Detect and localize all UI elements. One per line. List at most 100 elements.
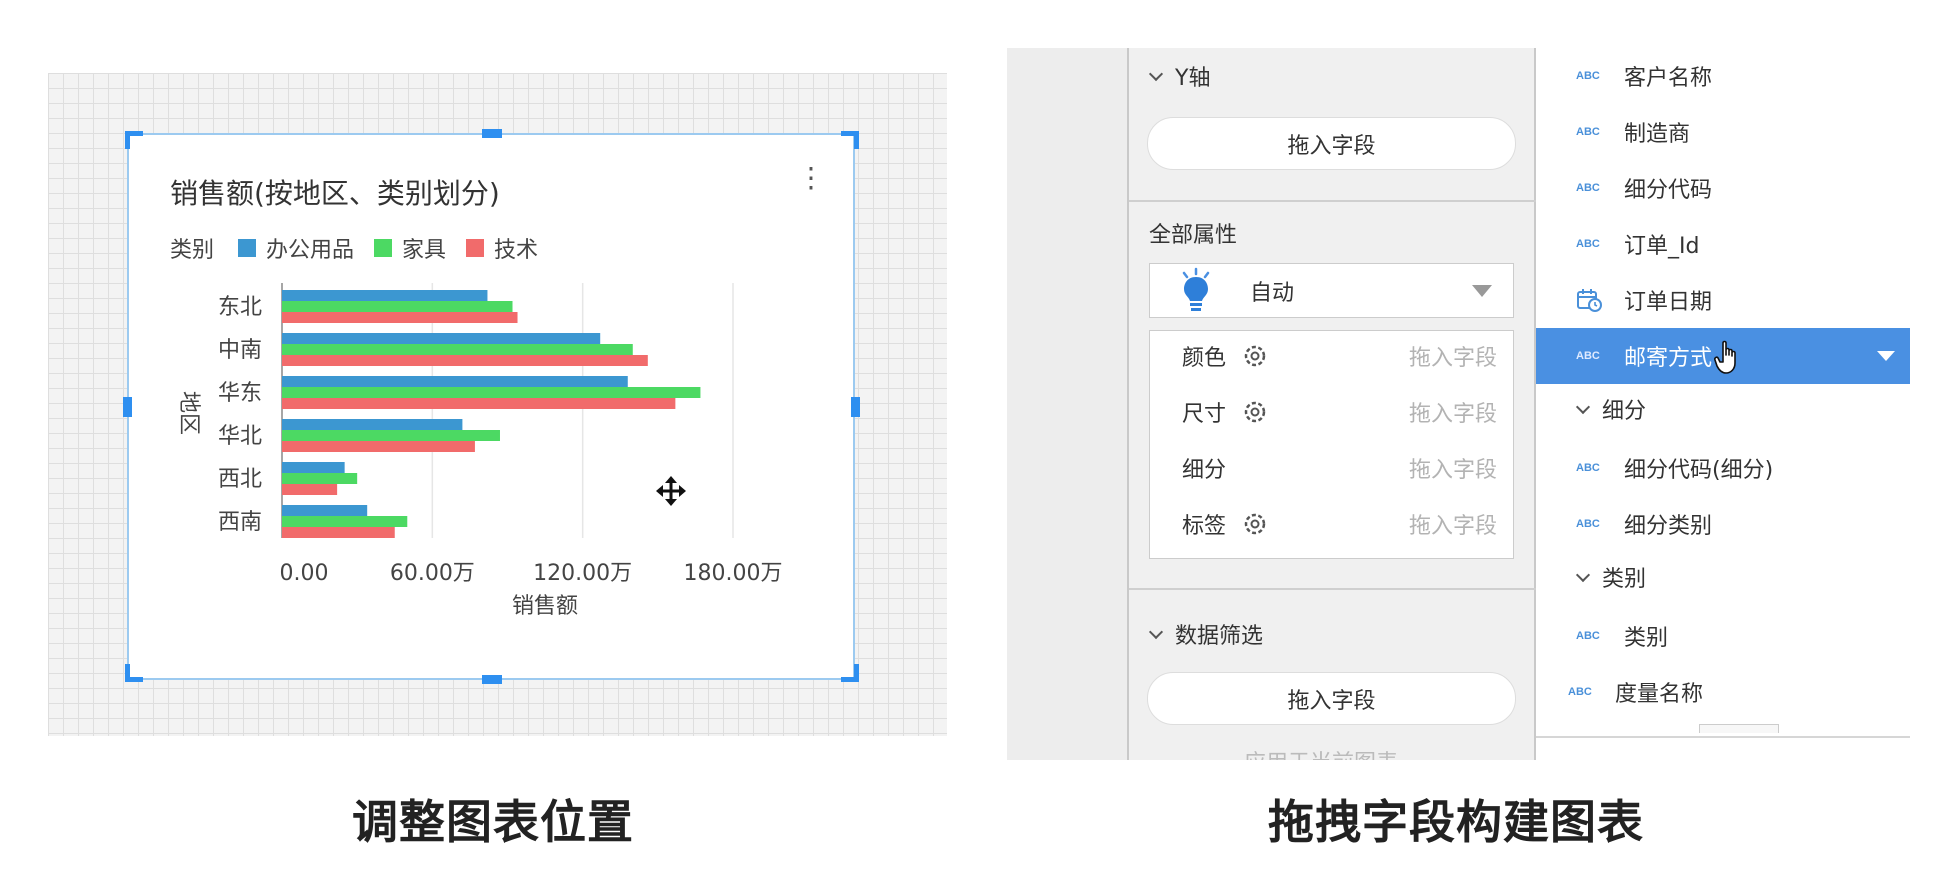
- group-segment[interactable]: 细分: [1575, 393, 1647, 425]
- dropdown-arrow-icon[interactable]: [1876, 350, 1896, 362]
- category-tick-label: 华东: [218, 381, 262, 406]
- prop-drop-zone[interactable]: 拖入字段: [1409, 452, 1497, 484]
- abc-icon: ABC: [1576, 70, 1600, 82]
- category-tick-label: 中南: [218, 338, 262, 363]
- gear-icon[interactable]: [1242, 399, 1268, 425]
- category-tick-label: 华北: [218, 424, 262, 449]
- field-label: 制造商: [1624, 122, 1691, 147]
- prop-drop-zone[interactable]: 拖入字段: [1409, 340, 1497, 372]
- gear-icon[interactable]: [1242, 343, 1268, 369]
- field-item-selected[interactable]: ABC 邮寄方式: [1536, 328, 1910, 384]
- field-label: 度量名称: [1615, 682, 1704, 707]
- prop-label: 细分: [1182, 458, 1227, 483]
- bar: [282, 441, 475, 452]
- field-item[interactable]: ABC 类别: [1536, 608, 1910, 664]
- prop-detail[interactable]: 细分 拖入字段: [1150, 445, 1513, 491]
- bar: [282, 527, 395, 538]
- gear-icon[interactable]: [1242, 511, 1268, 537]
- chevron-down-icon: [1575, 399, 1591, 415]
- category-tick-label: 西北: [218, 467, 262, 492]
- apply-to-chart-text[interactable]: 应用于当前图表: [1244, 745, 1398, 760]
- dropdown-arrow-icon: [1472, 285, 1492, 297]
- abc-icon: ABC: [1576, 182, 1600, 194]
- abc-icon: ABC: [1568, 686, 1592, 698]
- hand-cursor-icon: [1714, 340, 1736, 374]
- x-axis-title: 销售额: [512, 594, 578, 619]
- bar: [282, 516, 408, 527]
- y-axis-section[interactable]: Y轴: [1148, 60, 1211, 92]
- chart-builder-panel: Y轴 拖入字段 全部属性 自动 颜色 拖入字段 尺寸 拖入字段 细分 拖入字段 …: [1007, 48, 1910, 760]
- field-label: 类别: [1624, 626, 1669, 651]
- category-tick-label: 东北: [218, 295, 262, 320]
- chevron-down-icon: [1148, 624, 1164, 640]
- properties-column: Y轴 拖入字段 全部属性 自动 颜色 拖入字段 尺寸 拖入字段 细分 拖入字段 …: [1129, 48, 1536, 760]
- bar: [282, 301, 513, 312]
- prop-label: 标签: [1182, 514, 1227, 539]
- scrollbar-thumb[interactable]: [1699, 724, 1779, 733]
- prop-size[interactable]: 尺寸 拖入字段: [1150, 389, 1513, 435]
- left-caption: 调整图表位置: [352, 795, 634, 849]
- chevron-down-icon: [1575, 567, 1591, 583]
- bar: [282, 473, 358, 484]
- field-item[interactable]: ABC 度量名称: [1536, 664, 1910, 720]
- bar: [282, 387, 701, 398]
- field-item[interactable]: ABC 细分代码: [1536, 160, 1910, 216]
- abc-icon: ABC: [1576, 350, 1600, 362]
- x-tick-label: 180.00万: [684, 561, 783, 586]
- abc-icon: ABC: [1576, 462, 1600, 474]
- chevron-down-icon: [1148, 66, 1164, 82]
- prop-label-row[interactable]: 标签 拖入字段: [1150, 501, 1513, 547]
- filter-section[interactable]: 数据筛选: [1148, 618, 1263, 650]
- prop-drop-zone[interactable]: 拖入字段: [1409, 396, 1497, 428]
- bar: [282, 505, 368, 516]
- group-category[interactable]: 类别: [1575, 561, 1646, 593]
- bar: [282, 290, 488, 301]
- field-item[interactable]: ABC 细分类别: [1536, 496, 1910, 552]
- field-label: 订单_Id: [1624, 234, 1700, 259]
- prop-label: 颜色: [1182, 346, 1227, 371]
- bar: [282, 376, 628, 387]
- field-item[interactable]: ABC 客户名称: [1536, 48, 1910, 104]
- field-list: ABC 客户名称 ABC 制造商 ABC 细分代码 ABC 订单_Id 订单日期…: [1536, 48, 1910, 760]
- field-label: 订单日期: [1624, 290, 1713, 315]
- field-label: 细分代码: [1624, 178, 1713, 203]
- move-cursor-icon: [656, 476, 686, 506]
- bar: [282, 430, 500, 441]
- divider: [1129, 200, 1536, 202]
- prop-color[interactable]: 颜色 拖入字段: [1150, 333, 1513, 379]
- category-tick-label: 西南: [218, 510, 262, 535]
- x-tick-label: 60.00万: [390, 561, 475, 586]
- group-label: 细分: [1602, 399, 1647, 424]
- field-item[interactable]: ABC 订单_Id: [1536, 216, 1910, 272]
- abc-icon: ABC: [1576, 126, 1600, 138]
- bar: [282, 344, 633, 355]
- abc-icon: ABC: [1576, 630, 1600, 642]
- bar: [282, 398, 676, 409]
- bar: [282, 312, 518, 323]
- bar: [282, 462, 345, 473]
- field-label: 细分类别: [1624, 514, 1713, 539]
- y-axis-title: 地区: [176, 391, 201, 435]
- right-caption: 拖拽字段构建图表: [1268, 795, 1644, 849]
- field-item[interactable]: ABC 细分代码(细分): [1536, 440, 1910, 496]
- field-label: 细分代码(细分): [1624, 458, 1774, 483]
- mark-type-select[interactable]: 自动: [1149, 263, 1514, 318]
- y-axis-drop-zone[interactable]: 拖入字段: [1147, 117, 1516, 170]
- prop-label: 尺寸: [1182, 402, 1227, 427]
- field-item[interactable]: ABC 制造商: [1536, 104, 1910, 160]
- all-props-label: 全部属性: [1149, 223, 1238, 248]
- abc-icon: ABC: [1576, 238, 1600, 250]
- bar: [282, 355, 648, 366]
- field-item[interactable]: 订单日期: [1536, 272, 1910, 328]
- mark-properties: 颜色 拖入字段 尺寸 拖入字段 细分 拖入字段 标签 拖入字段: [1149, 330, 1514, 559]
- auto-label: 自动: [1250, 280, 1295, 306]
- bar-chart: 东北中南华东华北西北西南 0.00 60.00万 120.00万 180.00万销售额 地…: [176, 283, 783, 619]
- field-label: 客户名称: [1624, 66, 1713, 91]
- prop-drop-zone[interactable]: 拖入字段: [1409, 508, 1497, 540]
- y-axis-label: Y轴: [1175, 66, 1211, 91]
- divider: [1536, 736, 1910, 738]
- lightbulb-icon: [1182, 267, 1210, 311]
- calendar-icon: [1577, 289, 1602, 312]
- left-strip: [1007, 48, 1129, 760]
- filter-drop-zone[interactable]: 拖入字段: [1147, 672, 1516, 725]
